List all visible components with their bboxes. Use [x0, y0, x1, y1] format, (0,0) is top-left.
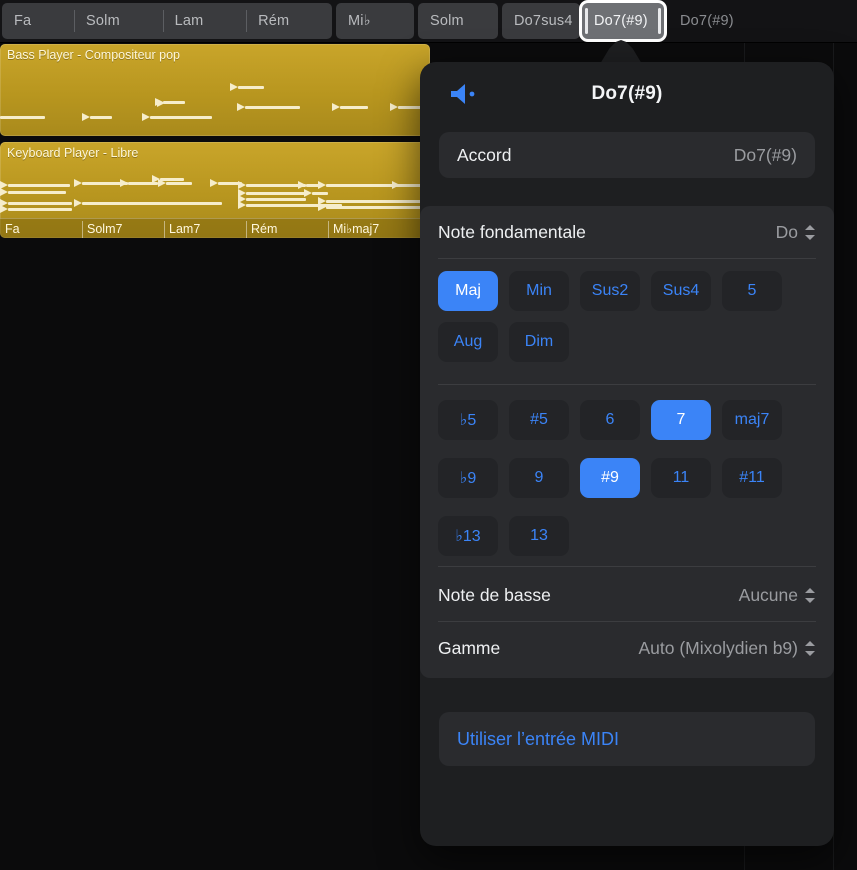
- quality-button-sus2[interactable]: Sus2: [580, 271, 640, 311]
- chord-cell-mib[interactable]: Mi♭: [336, 3, 414, 39]
- chord-builder-card: Note fondamentale Do Maj Min Sus2 Sus4 5…: [420, 206, 834, 678]
- quality-button-13[interactable]: 13: [509, 516, 569, 556]
- use-midi-input-button[interactable]: Utiliser l’entrée MIDI: [439, 712, 815, 766]
- resize-handle-right[interactable]: [658, 8, 661, 34]
- chord-segment[interactable]: Lam: [162, 3, 247, 39]
- region-keyboard-player[interactable]: Keyboard Player - Libre Fa Solm7 Lam7 Ré…: [0, 142, 430, 238]
- region-chord-label: Solm7: [82, 221, 122, 238]
- quality-button-flat5[interactable]: ♭5: [438, 400, 498, 440]
- chord-label: Do7(#9): [680, 13, 734, 29]
- midi-notes: [0, 44, 430, 136]
- region-bass-player[interactable]: Bass Player - Compositeur pop: [0, 44, 430, 136]
- quality-button-flat13[interactable]: ♭13: [438, 516, 498, 556]
- quality-button-sus4[interactable]: Sus4: [651, 271, 711, 311]
- scale-row[interactable]: Gamme Auto (Mixolydien b9): [420, 622, 834, 674]
- root-note-row[interactable]: Note fondamentale Do: [420, 206, 834, 258]
- quality-row-ninths-elevenths: ♭9 9 #9 11 #11: [438, 458, 816, 498]
- quality-row-augdim: Aug Dim: [438, 322, 816, 362]
- chord-label: Lam: [174, 13, 204, 29]
- quality-button-sharp11[interactable]: #11: [722, 458, 782, 498]
- quality-button-11[interactable]: 11: [651, 458, 711, 498]
- chord-cell-solm[interactable]: Solm: [418, 3, 498, 39]
- quality-button-maj7[interactable]: maj7: [722, 400, 782, 440]
- chord-segment[interactable]: Fa: [2, 3, 74, 39]
- chord-track[interactable]: Fa Solm Lam Rém Mi♭ Solm Do7sus4 Do7(#9)…: [0, 0, 857, 42]
- quality-button-dim[interactable]: Dim: [509, 322, 569, 362]
- root-note-value: Do: [775, 221, 798, 242]
- chord-segment[interactable]: Solm: [74, 3, 163, 39]
- region-chord-label: Mi♭maj7: [328, 221, 379, 238]
- chord-cell-do7sus4[interactable]: Do7sus4: [502, 3, 580, 39]
- region-chord-strip: Fa Solm7 Lam7 Rém Mi♭maj7: [0, 218, 430, 238]
- quality-row-thirteenths: ♭13 13: [438, 516, 816, 556]
- resize-handle-left[interactable]: [585, 8, 588, 34]
- chord-label: Solm: [430, 13, 464, 29]
- quality-button-min[interactable]: Min: [509, 271, 569, 311]
- accord-row[interactable]: Accord Do7(#9): [439, 132, 815, 178]
- chord-label: Do7sus4: [514, 13, 573, 29]
- chord-label: Rém: [258, 13, 290, 29]
- chord-label: Fa: [14, 13, 32, 29]
- quality-button-aug[interactable]: Aug: [438, 322, 498, 362]
- region-chord-label: Lam7: [164, 221, 200, 238]
- scale-label: Gamme: [438, 637, 501, 658]
- quality-row-sixths-sevenths: ♭5 #5 6 7 maj7: [438, 384, 816, 440]
- chevron-updown-icon[interactable]: [805, 587, 816, 604]
- chord-cell-group[interactable]: Fa Solm Lam Rém: [2, 3, 332, 39]
- quality-button-maj[interactable]: Maj: [438, 271, 498, 311]
- quality-button-sharp9[interactable]: #9: [580, 458, 640, 498]
- quality-button-6[interactable]: 6: [580, 400, 640, 440]
- popover-title: Do7(#9): [591, 83, 663, 104]
- root-note-label: Note fondamentale: [438, 221, 586, 242]
- app-root: Fa Solm Lam Rém Mi♭ Solm Do7sus4 Do7(#9)…: [0, 0, 857, 870]
- scale-value: Auto (Mixolydien b9): [638, 637, 798, 658]
- quality-button-9[interactable]: 9: [509, 458, 569, 498]
- quality-button-flat9[interactable]: ♭9: [438, 458, 498, 498]
- scale-value-group[interactable]: Auto (Mixolydien b9): [638, 638, 816, 659]
- bass-note-label: Note de basse: [438, 584, 551, 605]
- root-note-value-group[interactable]: Do: [776, 222, 816, 243]
- chord-cell-selected[interactable]: Do7(#9): [582, 3, 664, 39]
- chevron-updown-icon[interactable]: [805, 224, 816, 241]
- quality-button-7[interactable]: 7: [651, 400, 711, 440]
- quality-button-grid: Maj Min Sus2 Sus4 5 Aug Dim ♭5 #5 6 7 ma…: [420, 259, 834, 566]
- speaker-audition-icon[interactable]: [449, 82, 485, 106]
- use-midi-input-label: Utiliser l’entrée MIDI: [457, 728, 620, 749]
- bass-note-row[interactable]: Note de basse Aucune: [420, 569, 834, 621]
- quality-button-5[interactable]: 5: [722, 271, 782, 311]
- chord-editor-popover: Do7(#9) Accord Do7(#9) Note fondamentale…: [420, 62, 834, 846]
- accord-value: Do7(#9): [733, 144, 797, 165]
- quality-row-triads: Maj Min Sus2 Sus4 5: [438, 271, 816, 311]
- quality-button-sharp5[interactable]: #5: [509, 400, 569, 440]
- chord-segment[interactable]: Rém: [246, 3, 332, 39]
- bass-note-value: Aucune: [738, 584, 798, 605]
- region-chord-label: Fa: [5, 222, 20, 236]
- chord-label: Do7(#9): [594, 13, 648, 29]
- chord-label: Mi♭: [348, 13, 371, 29]
- popover-header: Do7(#9): [420, 62, 834, 126]
- chord-cell-ghost[interactable]: Do7(#9): [668, 3, 748, 39]
- chevron-updown-icon[interactable]: [805, 640, 816, 657]
- chord-label: Solm: [86, 13, 120, 29]
- popover-pointer: [600, 40, 642, 64]
- accord-label: Accord: [457, 144, 512, 165]
- bass-note-value-group[interactable]: Aucune: [739, 585, 816, 606]
- popover-footer-rows: Note de basse Aucune Gamme Auto (Mixolyd…: [420, 567, 834, 674]
- track-separator: [0, 42, 857, 43]
- region-chord-label: Rém: [246, 221, 277, 238]
